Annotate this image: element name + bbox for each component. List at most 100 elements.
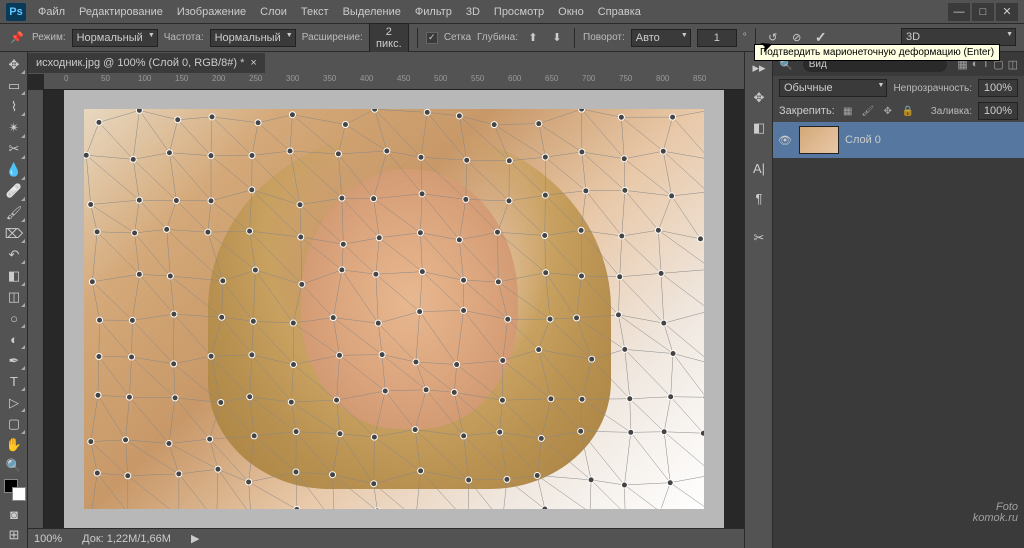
main-area: ✥ ▭ ⌇ ✴ ✂ 💧 🩹 🖌 ⌦ ↶ ◧ ◫ ○ ◐ ✒ T ▷ ▢ ✋ 🔍 … [0, 52, 1024, 548]
path-tool[interactable]: ▷ [2, 392, 26, 413]
zoom-tool[interactable]: 🔍 [2, 456, 26, 477]
gradient-tool[interactable]: ◫ [2, 287, 26, 308]
divider [417, 28, 418, 48]
watermark: Fotokomok.ru [973, 502, 1018, 524]
blend-dropdown[interactable]: Обычные [779, 79, 887, 97]
layer-options: Обычные Непрозрачность: 100% [773, 76, 1024, 100]
lock-all-icon[interactable]: 🔒 [901, 104, 915, 118]
lock-pixels-icon[interactable]: 🖌 [861, 104, 875, 118]
pen-tool[interactable]: ✒ [2, 350, 26, 371]
brush-tool[interactable]: 🖌 [2, 202, 26, 223]
heal-tool[interactable]: 🩹 [2, 181, 26, 202]
menu-text[interactable]: Текст [295, 3, 335, 21]
menubar: Файл Редактирование Изображение Слои Тек… [32, 3, 647, 21]
angle-input[interactable]: 1 [697, 29, 737, 47]
statusbar: 100% Док: 1,22M/1,66M ▶ [28, 528, 744, 548]
crop-tool[interactable]: ✂ [2, 139, 26, 160]
depth-up-icon[interactable]: ⬆ [524, 29, 542, 47]
menu-edit[interactable]: Редактирование [73, 3, 169, 21]
vertical-ruler [28, 90, 44, 528]
mesh-label: Сетка [444, 32, 471, 43]
menu-select[interactable]: Выделение [337, 3, 407, 21]
tools-panel-icon[interactable]: ✂ [747, 226, 771, 250]
expansion-label: Расширение: [302, 32, 363, 43]
canvas[interactable] [64, 90, 724, 528]
minimize-button[interactable]: — [948, 3, 970, 21]
rotate-label: Поворот: [583, 32, 625, 43]
fill-input[interactable]: 100% [978, 102, 1018, 120]
opacity-input[interactable]: 100% [978, 79, 1018, 97]
horizontal-ruler: 0501001502002503003504004505005506006507… [44, 74, 744, 90]
eyedropper-tool[interactable]: 💧 [2, 160, 26, 181]
quickmask-tool[interactable]: ◙ [2, 504, 26, 525]
doc-info: Док: 1,22M/1,66M [82, 533, 171, 545]
document-tabs: исходник.jpg @ 100% (Слой 0, RGB/8#) * × [28, 52, 744, 74]
pin-icon[interactable]: 📌 [8, 29, 26, 47]
marquee-tool[interactable]: ▭ [2, 75, 26, 96]
menu-3d[interactable]: 3D [460, 3, 486, 21]
move-tool[interactable]: ✥ [2, 54, 26, 75]
lock-position-icon[interactable]: ✥ [881, 104, 895, 118]
tooltip: Подтвердить марионеточную деформацию (En… [754, 44, 1000, 61]
window-controls: — □ ✕ [948, 3, 1018, 21]
fill-label: Заливка: [931, 106, 972, 117]
canvas-area: исходник.jpg @ 100% (Слой 0, RGB/8#) * ×… [28, 52, 744, 548]
text-tool[interactable]: T [2, 371, 26, 392]
eraser-tool[interactable]: ◧ [2, 265, 26, 286]
character-panel-icon[interactable]: A| [747, 156, 771, 180]
lock-label: Закрепить: [779, 105, 835, 117]
layer-thumbnail[interactable] [799, 126, 839, 154]
layer-name[interactable]: Слой 0 [845, 134, 881, 146]
right-dock: ▸▸ ✥ ◧ A| ¶ ✂ [744, 52, 772, 548]
density-dropdown[interactable]: Нормальный [210, 29, 296, 47]
toolbar: ✥ ▭ ⌇ ✴ ✂ 💧 🩹 🖌 ⌦ ↶ ◧ ◫ ○ ◐ ✒ T ▷ ▢ ✋ 🔍 … [0, 52, 28, 548]
history-tool[interactable]: ↶ [2, 244, 26, 265]
puppet-mesh[interactable] [84, 109, 704, 509]
hand-tool[interactable]: ✋ [2, 435, 26, 456]
depth-down-icon[interactable]: ⬇ [548, 29, 566, 47]
expansion-input[interactable]: 2 пикс. [369, 23, 409, 53]
mode-label: Режим: [32, 32, 66, 43]
divider [574, 28, 575, 48]
menu-filter[interactable]: Фильтр [409, 3, 458, 21]
canvas-wrap [28, 90, 744, 528]
mode-dropdown[interactable]: Нормальный [72, 29, 158, 47]
layer-list: 👁 Слой 0 [773, 122, 1024, 548]
close-button[interactable]: ✕ [996, 3, 1018, 21]
wand-tool[interactable]: ✴ [2, 117, 26, 138]
degree-label: ° [743, 32, 747, 43]
properties-panel-icon[interactable]: ✥ [747, 86, 771, 110]
color-swatches[interactable] [2, 477, 25, 504]
menu-help[interactable]: Справка [592, 3, 647, 21]
document-tab[interactable]: исходник.jpg @ 100% (Слой 0, RGB/8#) * × [28, 53, 265, 73]
close-tab-icon[interactable]: × [250, 57, 256, 69]
layers-panel: 🔍 Вид ▦ ◐ T ▢ ◫ Обычные Непрозрачность: … [772, 52, 1024, 548]
dodge-tool[interactable]: ◐ [2, 329, 26, 350]
lasso-tool[interactable]: ⌇ [2, 96, 26, 117]
menu-view[interactable]: Просмотр [488, 3, 550, 21]
layer-lock-row: Закрепить: ▦ 🖌 ✥ 🔒 Заливка: 100% [773, 100, 1024, 122]
mesh-checkbox[interactable]: ✓ [426, 32, 438, 44]
maximize-button[interactable]: □ [972, 3, 994, 21]
menu-window[interactable]: Окно [552, 3, 590, 21]
layer-row[interactable]: 👁 Слой 0 [773, 122, 1024, 158]
stamp-tool[interactable]: ⌦ [2, 223, 26, 244]
zoom-value[interactable]: 100% [34, 533, 62, 545]
document-title: исходник.jpg @ 100% (Слой 0, RGB/8#) * [36, 57, 244, 69]
rotate-dropdown[interactable]: Авто [631, 29, 691, 47]
shape-tool[interactable]: ▢ [2, 413, 26, 434]
opacity-label: Непрозрачность: [893, 83, 972, 94]
statusbar-arrow-icon[interactable]: ▶ [191, 532, 199, 545]
app-logo: Ps [6, 3, 26, 21]
visibility-icon[interactable]: 👁 [777, 134, 793, 147]
adjustments-panel-icon[interactable]: ◧ [747, 116, 771, 140]
paragraph-panel-icon[interactable]: ¶ [747, 186, 771, 210]
menu-layers[interactable]: Слои [254, 3, 293, 21]
menu-image[interactable]: Изображение [171, 3, 252, 21]
screenmode-tool[interactable]: ⊞ [2, 525, 26, 546]
blur-tool[interactable]: ○ [2, 308, 26, 329]
lock-transparent-icon[interactable]: ▦ [841, 104, 855, 118]
menu-file[interactable]: Файл [32, 3, 71, 21]
titlebar: Ps Файл Редактирование Изображение Слои … [0, 0, 1024, 24]
filter-smart-icon[interactable]: ◫ [1008, 58, 1018, 71]
